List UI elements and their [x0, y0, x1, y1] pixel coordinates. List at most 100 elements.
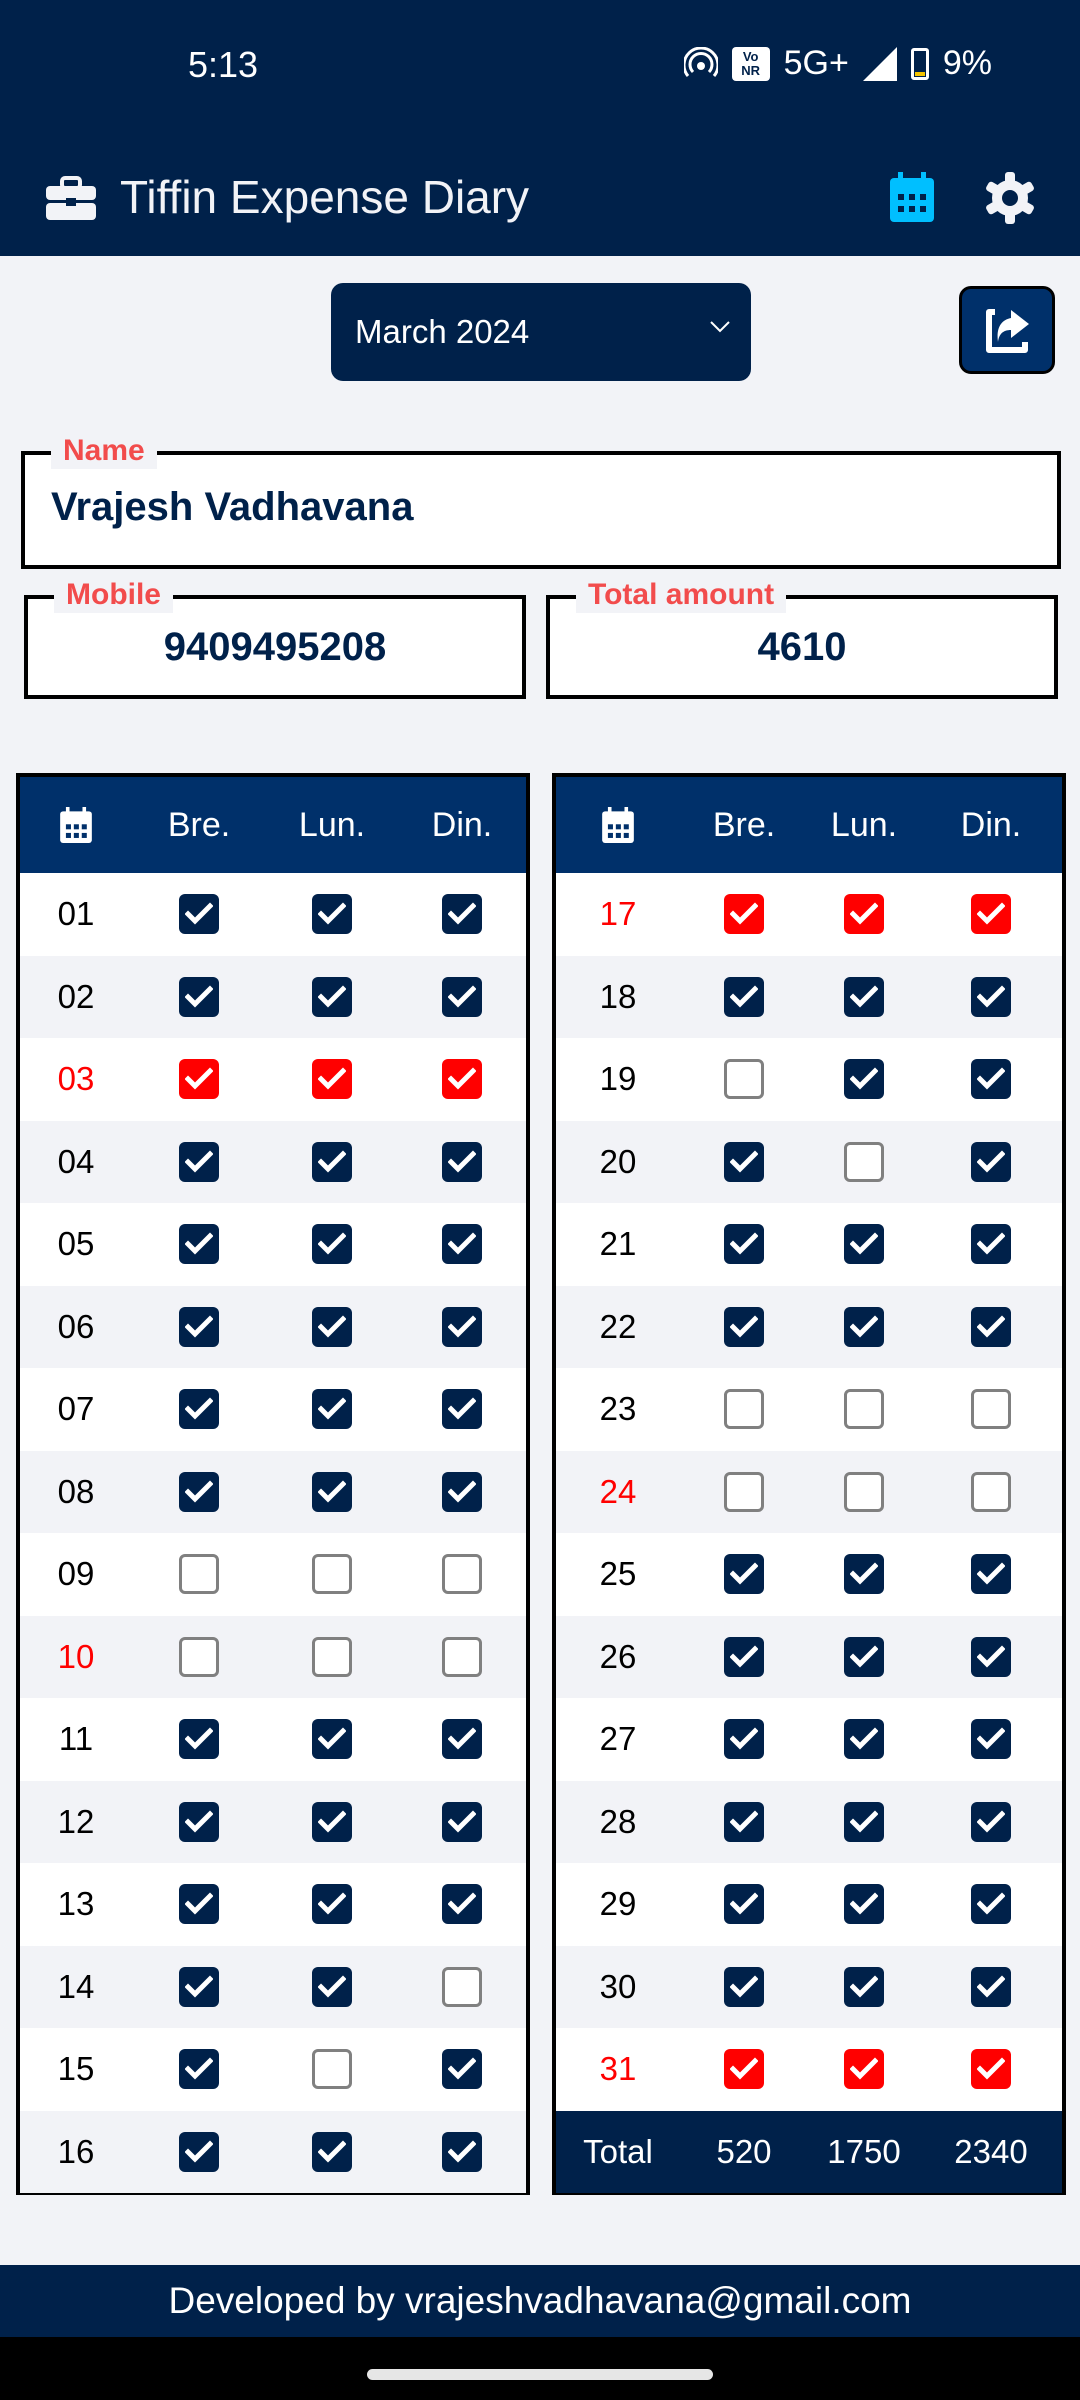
lunch-checkbox[interactable] [844, 1966, 884, 2007]
dinner-checkbox[interactable] [971, 976, 1011, 1017]
dinner-checkbox[interactable] [971, 1884, 1011, 1925]
lunch-checkbox[interactable] [312, 1224, 352, 1265]
breakfast-checkbox[interactable] [724, 1719, 764, 1760]
breakfast-checkbox[interactable] [179, 1801, 219, 1842]
lunch-checkbox[interactable] [844, 894, 884, 935]
lunch-checkbox[interactable] [312, 894, 352, 935]
breakfast-checkbox[interactable] [724, 2049, 764, 2090]
dinner-checkbox[interactable] [442, 1224, 482, 1265]
breakfast-checkbox[interactable] [179, 1719, 219, 1760]
home-gesture-handle[interactable] [367, 2369, 713, 2380]
lunch-checkbox[interactable] [312, 1389, 352, 1430]
lunch-checkbox[interactable] [844, 1719, 884, 1760]
lunch-checkbox[interactable] [312, 1719, 352, 1760]
lunch-checkbox[interactable] [312, 1801, 352, 1842]
dinner-checkbox[interactable] [442, 1966, 482, 2007]
dinner-checkbox[interactable] [971, 1471, 1011, 1512]
lunch-checkbox[interactable] [312, 1636, 352, 1677]
lunch-checkbox[interactable] [312, 1306, 352, 1347]
share-button[interactable] [959, 286, 1055, 374]
lunch-checkbox[interactable] [312, 1884, 352, 1925]
lunch-checkbox[interactable] [312, 1471, 352, 1512]
dinner-checkbox[interactable] [971, 894, 1011, 935]
dinner-checkbox[interactable] [971, 1141, 1011, 1182]
dinner-checkbox[interactable] [971, 1306, 1011, 1347]
dinner-checkbox[interactable] [442, 894, 482, 935]
breakfast-checkbox[interactable] [179, 2131, 219, 2172]
breakfast-checkbox[interactable] [179, 1884, 219, 1925]
breakfast-checkbox[interactable] [724, 1471, 764, 1512]
breakfast-checkbox[interactable] [724, 1141, 764, 1182]
breakfast-checkbox[interactable] [179, 1636, 219, 1677]
breakfast-checkbox[interactable] [179, 1059, 219, 1100]
dinner-checkbox[interactable] [442, 1471, 482, 1512]
breakfast-checkbox[interactable] [724, 1224, 764, 1265]
lunch-checkbox[interactable] [844, 1306, 884, 1347]
dinner-checkbox[interactable] [442, 1141, 482, 1182]
lunch-checkbox[interactable] [312, 1554, 352, 1595]
dinner-checkbox[interactable] [442, 1389, 482, 1430]
dinner-checkbox[interactable] [971, 1554, 1011, 1595]
lunch-checkbox[interactable] [312, 1141, 352, 1182]
calendar-icon[interactable] [890, 172, 934, 222]
lunch-checkbox[interactable] [312, 976, 352, 1017]
dinner-checkbox[interactable] [971, 1801, 1011, 1842]
breakfast-checkbox[interactable] [724, 1059, 764, 1100]
dinner-checkbox[interactable] [971, 1059, 1011, 1100]
dinner-checkbox[interactable] [442, 1636, 482, 1677]
gear-icon[interactable] [984, 172, 1036, 224]
lunch-checkbox[interactable] [312, 1059, 352, 1100]
dinner-checkbox[interactable] [442, 2131, 482, 2172]
lunch-checkbox[interactable] [844, 1059, 884, 1100]
breakfast-checkbox[interactable] [179, 894, 219, 935]
lunch-checkbox[interactable] [844, 1884, 884, 1925]
lunch-checkbox[interactable] [844, 2049, 884, 2090]
dinner-checkbox[interactable] [971, 1224, 1011, 1265]
name-field[interactable]: Name Vrajesh Vadhavana [21, 433, 1061, 569]
dinner-checkbox[interactable] [442, 1801, 482, 1842]
mobile-value[interactable]: 9409495208 [28, 625, 522, 670]
breakfast-checkbox[interactable] [724, 1801, 764, 1842]
breakfast-checkbox[interactable] [179, 2049, 219, 2090]
breakfast-checkbox[interactable] [724, 1884, 764, 1925]
lunch-checkbox[interactable] [312, 2131, 352, 2172]
lunch-checkbox[interactable] [844, 1141, 884, 1182]
lunch-checkbox[interactable] [844, 1801, 884, 1842]
breakfast-checkbox[interactable] [724, 1636, 764, 1677]
lunch-checkbox[interactable] [844, 1471, 884, 1512]
breakfast-checkbox[interactable] [179, 1471, 219, 1512]
lunch-checkbox[interactable] [844, 1224, 884, 1265]
breakfast-checkbox[interactable] [179, 1306, 219, 1347]
lunch-checkbox[interactable] [312, 1966, 352, 2007]
breakfast-checkbox[interactable] [724, 1306, 764, 1347]
dinner-checkbox[interactable] [442, 1719, 482, 1760]
dinner-checkbox[interactable] [442, 1884, 482, 1925]
dinner-checkbox[interactable] [442, 1554, 482, 1595]
breakfast-checkbox[interactable] [179, 1224, 219, 1265]
mobile-field[interactable]: Mobile 9409495208 [24, 577, 526, 699]
dinner-checkbox[interactable] [971, 1636, 1011, 1677]
dinner-checkbox[interactable] [971, 1719, 1011, 1760]
breakfast-checkbox[interactable] [724, 1389, 764, 1430]
name-value[interactable]: Vrajesh Vadhavana [51, 485, 413, 530]
dinner-checkbox[interactable] [971, 2049, 1011, 2090]
breakfast-checkbox[interactable] [179, 1141, 219, 1182]
breakfast-checkbox[interactable] [179, 976, 219, 1017]
breakfast-checkbox[interactable] [179, 1966, 219, 2007]
breakfast-checkbox[interactable] [179, 1554, 219, 1595]
breakfast-checkbox[interactable] [724, 1966, 764, 2007]
dinner-checkbox[interactable] [442, 2049, 482, 2090]
lunch-checkbox[interactable] [844, 976, 884, 1017]
dinner-checkbox[interactable] [971, 1966, 1011, 2007]
month-selector[interactable]: March 2024 [331, 283, 751, 381]
breakfast-checkbox[interactable] [724, 894, 764, 935]
lunch-checkbox[interactable] [844, 1389, 884, 1430]
dinner-checkbox[interactable] [442, 1306, 482, 1347]
dinner-checkbox[interactable] [442, 976, 482, 1017]
dinner-checkbox[interactable] [971, 1389, 1011, 1430]
breakfast-checkbox[interactable] [724, 976, 764, 1017]
dinner-checkbox[interactable] [442, 1059, 482, 1100]
lunch-checkbox[interactable] [312, 2049, 352, 2090]
lunch-checkbox[interactable] [844, 1636, 884, 1677]
breakfast-checkbox[interactable] [179, 1389, 219, 1430]
